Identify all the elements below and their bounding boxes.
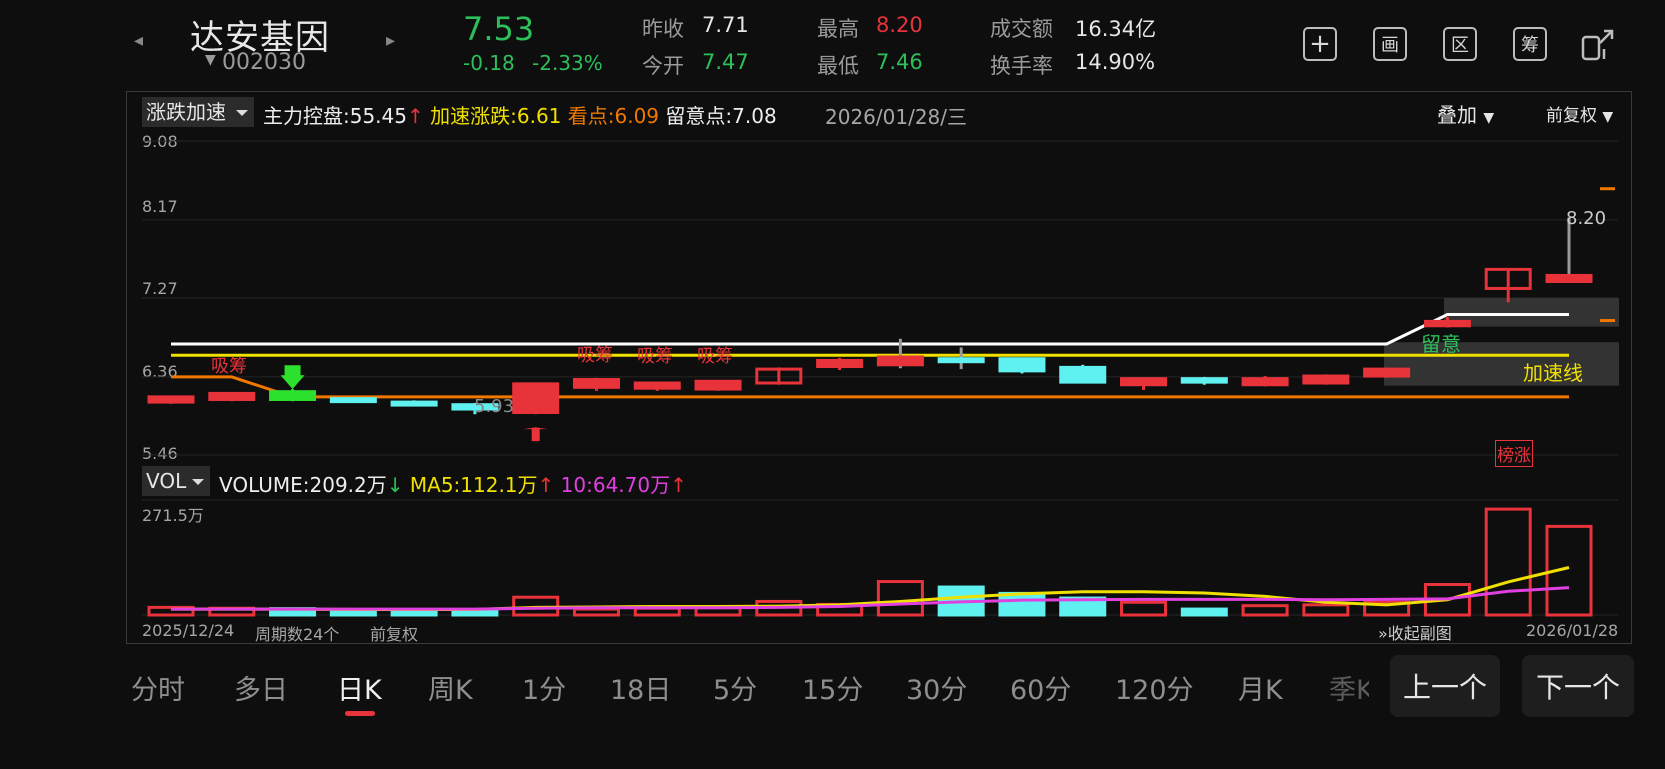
attention-line [171,312,1569,346]
high-price-marker: 8.20 [1566,208,1607,229]
candle-body [1241,377,1289,387]
ma5-line [171,566,1570,611]
volume-bar [390,610,438,617]
candle-body [512,382,560,414]
candle-body [937,357,985,364]
candle-body [876,355,924,367]
tab-intraday[interactable]: 分时 [131,668,185,707]
candle-body [1302,374,1350,385]
volume-value: VOLUME:209.2万 [219,473,387,497]
candle-body [1423,319,1471,328]
volume-values: VOLUME:209.2万↓ MA5:112.1万↑ 10:64.70万↑ [219,469,687,498]
tab-quarterly-k[interactable]: 季K [1329,668,1369,707]
tab-daily-k[interactable]: 日K [337,668,382,707]
ma10-line [171,586,1570,611]
ma10-value: 10:64.70万 [560,473,671,497]
xichou-label: 吸筹 [577,345,613,366]
watch-line [171,375,1569,399]
xichou-label: 吸筹 [211,356,247,377]
candle-body [147,395,195,404]
volume-bar [329,610,377,617]
arrow-up-icon: ↑ [537,473,555,497]
candle-body [1180,377,1228,384]
arrow-up-icon: ↑ [670,473,687,497]
tab-monthly-k[interactable]: 月K [1238,668,1283,707]
low-price-marker: 5.93 [474,396,515,417]
next-stock-button[interactable]: 下一个 [1522,655,1634,717]
liuyi-label: 留意 [1421,332,1461,356]
volume-bar [1241,604,1289,617]
candle-body [998,357,1046,373]
prev-stock-button[interactable]: 上一个 [1390,655,1500,717]
period-count: 周期数24个 [255,625,340,644]
volume-axis-max: 271.5万 [142,506,204,525]
tab-1min[interactable]: 1分 [522,668,566,707]
candle-body [816,358,864,369]
candle-body [1545,273,1593,284]
chart-zones [1384,298,1619,386]
xichou-label: 吸筹 [697,346,733,367]
volume-bar [998,591,1046,617]
tab-15min[interactable]: 15分 [802,668,863,707]
candlestick-chart[interactable] [0,0,1665,769]
red-up-arrow-icon [523,427,548,442]
candle-body [208,391,256,401]
ma5-value: MA5:112.1万 [409,473,538,497]
bangzhang-badge: 榜涨 [1495,440,1533,467]
candle-body [329,397,377,404]
candle-body [633,381,681,390]
candle-body [1363,367,1411,378]
tab-weekly-k[interactable]: 周K [428,668,473,707]
adjust-mode: 前复权 [370,625,419,644]
tab-120min[interactable]: 120分 [1115,668,1194,707]
attention-zone [1384,342,1619,386]
tab-60min[interactable]: 60分 [1010,668,1071,707]
volume-ma-lines [171,566,1570,611]
tab-18day[interactable]: 18日 [610,668,671,707]
end-date: 2026/01/28 [1526,621,1619,640]
start-date: 2025/12/24 [142,621,235,640]
volume-bar [1484,507,1532,617]
volume-bar [572,607,620,617]
collapse-label: 收起副图 [1387,624,1452,643]
candle-body [1059,365,1107,384]
candle-body [390,400,438,407]
candle-body [1120,377,1168,387]
double-chevron-icon: » [1378,624,1388,643]
xichou-label: 吸筹 [637,346,673,367]
tab-multiday[interactable]: 多日 [234,668,288,707]
volume-bar [1302,603,1350,617]
active-tab-indicator [345,711,375,716]
volume-bar [451,609,499,617]
accel-line-label: 加速线 [1523,361,1583,385]
volume-bar [1120,600,1168,617]
candle-body [572,378,620,389]
collapse-subchart-button[interactable]: »收起副图 [1378,620,1452,644]
arrow-down-icon: ↓ [386,473,404,497]
volume-bar [876,580,924,617]
candles [147,217,1593,415]
volume-bar [1180,607,1228,617]
tab-30min[interactable]: 30分 [906,668,967,707]
candle-body [694,379,742,391]
candle-body [269,390,317,401]
volume-indicator-dropdown[interactable]: VOL [142,466,210,496]
green-down-arrow-icon [280,365,305,390]
tab-5min[interactable]: 5分 [713,668,757,707]
